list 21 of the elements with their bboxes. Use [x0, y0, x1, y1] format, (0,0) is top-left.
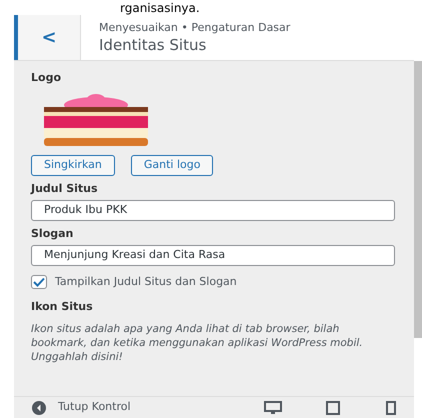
logo-label: Logo	[31, 71, 62, 85]
tablet-icon[interactable]	[326, 400, 340, 414]
text-field[interactable]: Produk Ibu PKK	[31, 200, 395, 221]
desktop-icon[interactable]	[264, 400, 282, 414]
scrollbar[interactable]	[414, 61, 422, 338]
checkbox[interactable]	[31, 275, 47, 290]
mobile-icon[interactable]	[386, 400, 396, 414]
close-controls-button[interactable]: Tutup Kontrol	[32, 399, 131, 416]
collapse-icon	[32, 400, 46, 414]
checkbox-label: Tampilkan Judul Situs dan Slogan	[55, 274, 237, 290]
site-icon-heading: Ikon Situs	[31, 300, 94, 314]
text-field[interactable]: Menjunjung Kreasi dan Cita Rasa	[31, 245, 395, 266]
section-title: Identitas Situs	[99, 34, 208, 54]
field-label: Slogan	[31, 227, 74, 241]
breadcrumb: Menyesuaikan • Pengaturan Dasar	[99, 20, 290, 34]
field-label: Judul Situs	[31, 182, 99, 196]
site-icon-description: Ikon situs adalah apa yang Anda lihat di tab browser, bilah bookmark, dan ketika menggunakan aplikasi WordPress mobil. Unggahlah disini!	[31, 322, 364, 364]
back-button[interactable]: <	[14, 15, 81, 60]
cut-off-text: rganisasinya.	[120, 1, 200, 15]
change-logo-button[interactable]: Ganti logo	[130, 155, 214, 176]
remove-button[interactable]: Singkirkan	[31, 155, 115, 176]
